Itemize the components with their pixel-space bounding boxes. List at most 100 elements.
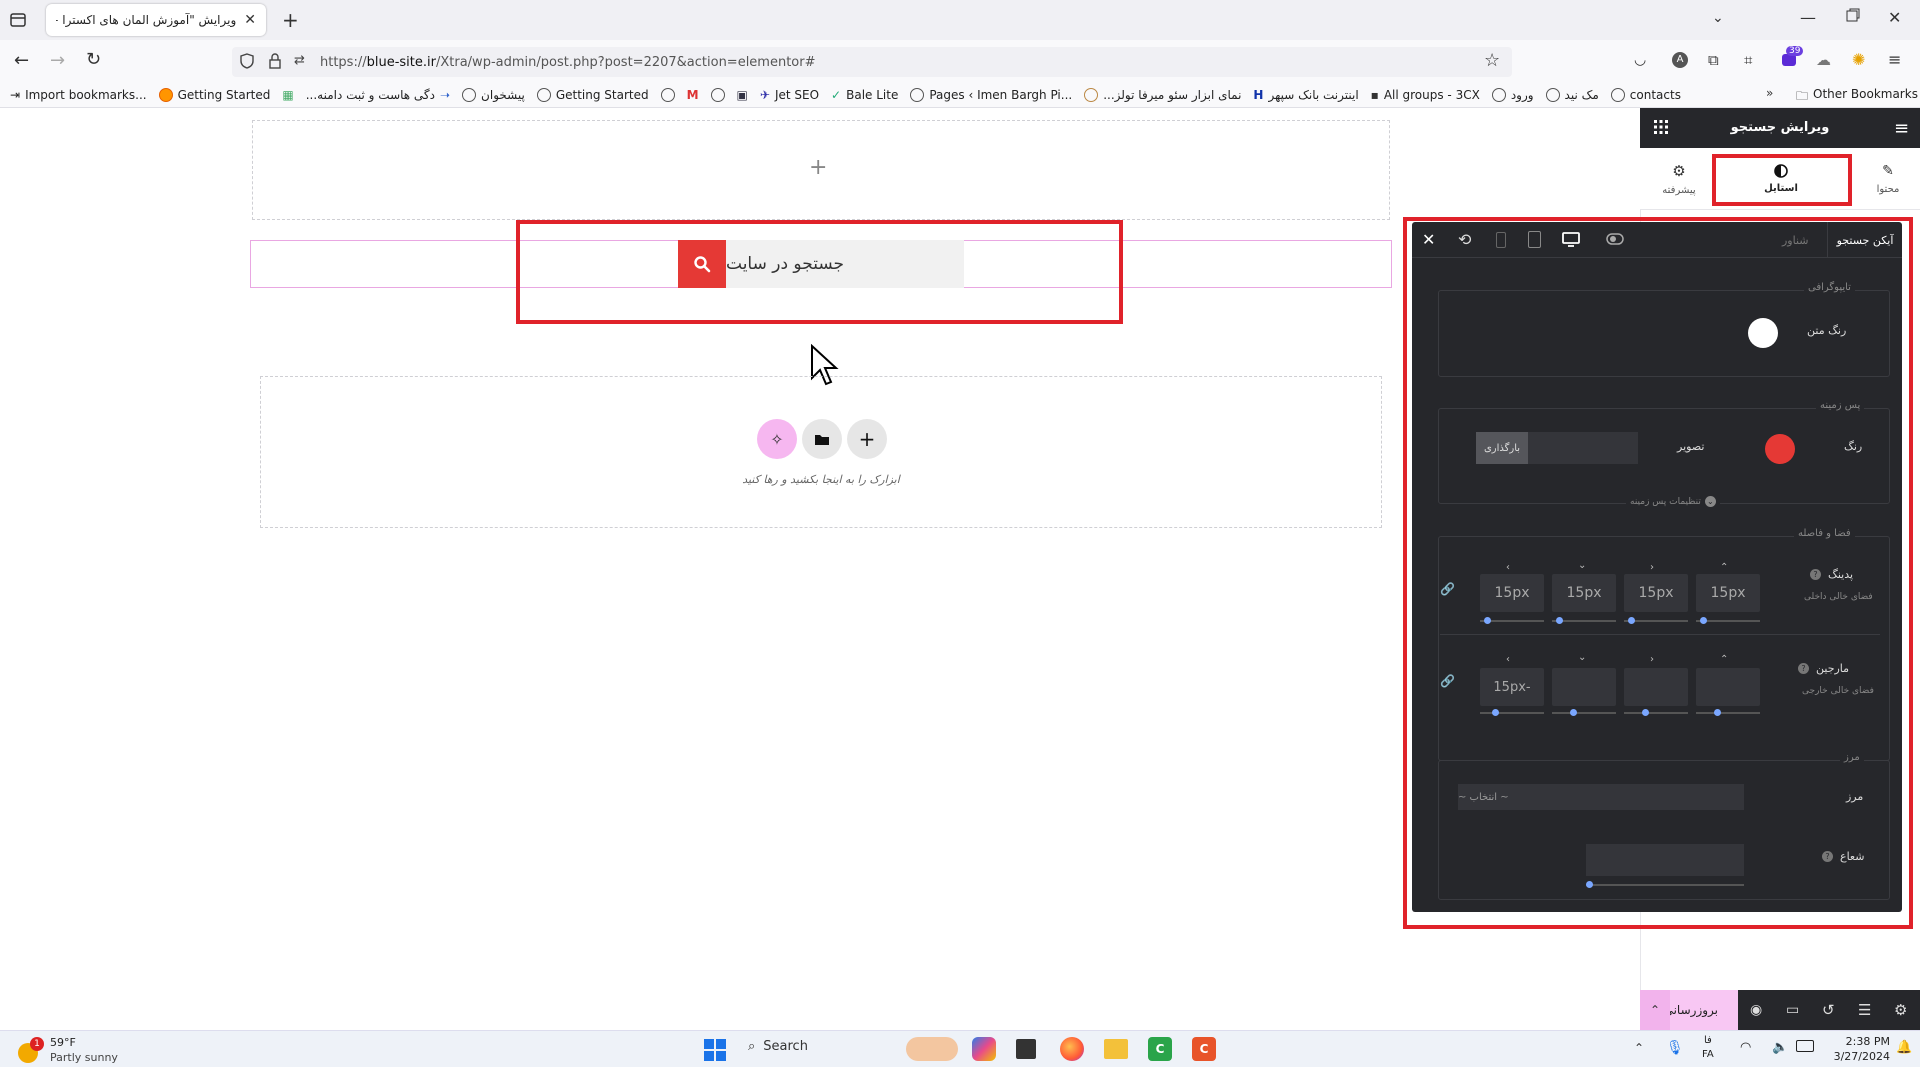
eye-icon[interactable]: ◉ [1750, 1002, 1762, 1018]
bookmark-label: دگی هاست و ثبت دامنه... [305, 87, 435, 102]
windows-start-icon[interactable] [704, 1039, 726, 1061]
bookmark-item[interactable]: ⇥ Import bookmarks... [10, 88, 147, 102]
weather-badge: 1 [30, 1037, 44, 1051]
bookmark-item[interactable] [660, 87, 675, 102]
orange-app-icon[interactable]: C [1192, 1037, 1216, 1061]
extensions-icon[interactable]: ⧉ [1708, 51, 1719, 69]
taskbar-search[interactable]: ⌕ Search [748, 1039, 808, 1054]
permissions-icon[interactable]: ⇄ [294, 53, 305, 68]
bookmark-item[interactable]: ▦ [282, 88, 293, 102]
bookmark-label: Getting Started [177, 87, 271, 102]
bookmark-item[interactable]: Pages ‹ Imen Bargh Pi... [910, 87, 1072, 102]
notification-icon[interactable]: 🔔 [1896, 1040, 1912, 1055]
empty-drop-section[interactable]: ✧ + ابزارک را به اینجا بکشید و رها کنید [260, 376, 1382, 528]
tab-content[interactable]: ✎ محتوا [1856, 148, 1920, 210]
volume-icon[interactable]: 🔈 [1772, 1040, 1788, 1055]
url-bar[interactable]: https://blue-site.ir/Xtra/wp-admin/post.… [232, 47, 1512, 77]
settings-icon[interactable]: ⚙ [1894, 1001, 1907, 1019]
firefox-icon [158, 87, 173, 102]
app-icon: ▣ [736, 87, 748, 102]
bookmark-item[interactable]: ➝ دگی هاست و ثبت دامنه... [306, 88, 450, 102]
bookmark-item[interactable]: پیشخوان [462, 87, 525, 102]
green-app-icon[interactable]: C [1148, 1037, 1172, 1061]
terminal-icon[interactable] [1016, 1039, 1036, 1059]
copilot-icon[interactable] [972, 1037, 996, 1061]
bookmark-item[interactable] [710, 87, 725, 102]
bookmark-item[interactable]: ▣ [737, 88, 748, 102]
language-bottom[interactable]: FA [1702, 1049, 1714, 1060]
close-tab-icon[interactable]: ✕ [244, 12, 256, 28]
add-section-button[interactable]: + [847, 419, 887, 459]
close-window-icon[interactable]: ✕ [1888, 8, 1901, 27]
bookmark-item[interactable]: ▪ All groups - 3CX [1371, 88, 1480, 102]
lock-icon[interactable] [268, 53, 282, 69]
responsive-icon[interactable]: ▭ [1786, 1002, 1799, 1018]
weather-widget[interactable]: 1 [16, 1037, 44, 1063]
new-tab-icon[interactable]: + [282, 8, 299, 32]
bookmark-item[interactable]: ...نمای ابزار سئو میرفا تولز [1084, 87, 1241, 102]
bookmark-label: Bale Lite [846, 87, 899, 102]
forward-icon[interactable]: → [50, 50, 65, 71]
browser-tab-active[interactable]: ویرایش "آموزش المان های اکسترا – ع ✕ [46, 4, 266, 36]
extension-badge-icon[interactable]: 39 [1780, 46, 1804, 68]
clock-time[interactable]: 2:38 PM [1830, 1035, 1890, 1048]
bookmarks-bar: ⇥ Import bookmarks... Getting Started ▦ ➝… [0, 82, 1920, 108]
empty-section-top[interactable]: + [252, 120, 1390, 220]
account-icon[interactable]: A [1672, 52, 1688, 68]
wifi-icon[interactable]: ◠ [1740, 1040, 1751, 1055]
layers-icon[interactable]: ☰ [1858, 1001, 1871, 1019]
battery-icon[interactable] [1796, 1040, 1814, 1052]
url-domain: blue-site.ir [366, 54, 436, 70]
bookmark-item[interactable]: Getting Started [158, 87, 271, 102]
menu-icon[interactable]: ≡ [1888, 50, 1901, 69]
file-explorer-icon[interactable] [1104, 1039, 1128, 1059]
hamburger-icon[interactable]: ≡ [1894, 118, 1909, 139]
highlight-box-style-panel [1403, 217, 1913, 929]
sun-extension-icon[interactable]: ✺ [1852, 50, 1865, 69]
tray-chevron-icon[interactable]: ⌃ [1634, 1041, 1644, 1055]
clock-date[interactable]: 3/27/2024 [1820, 1050, 1890, 1063]
globe-icon [1610, 87, 1625, 102]
other-bookmarks-label: Other Bookmarks [1813, 87, 1918, 101]
bookmark-label: Getting Started [555, 87, 649, 102]
restore-icon[interactable] [1846, 8, 1860, 22]
more-bookmarks-icon[interactable]: » [1766, 86, 1773, 100]
bookmark-item[interactable]: Getting Started [536, 87, 649, 102]
ai-sparkle-button[interactable]: ✧ [757, 419, 797, 459]
bookmark-item[interactable]: H اینترنت بانک سپهر [1253, 88, 1358, 102]
shield-icon[interactable] [240, 53, 254, 69]
jet-icon: ✈ [759, 87, 770, 102]
bookmark-item[interactable]: M [687, 88, 699, 102]
bookmark-item[interactable]: مک نید [1545, 87, 1599, 102]
tab-list-icon[interactable] [8, 10, 28, 30]
bookmark-item[interactable]: ✈ Jet SEO [760, 88, 819, 102]
chevron-up-icon[interactable]: ⌃ [1640, 990, 1670, 1030]
3cx-icon: ▪ [1370, 87, 1379, 102]
star-icon[interactable]: ☆ [1484, 50, 1500, 71]
reload-icon[interactable]: ↻ [86, 49, 101, 70]
tab-advanced[interactable]: ⚙ پیشرفته [1642, 148, 1716, 210]
sparkle-icon: ✧ [770, 429, 784, 449]
import-icon: ⇥ [10, 87, 21, 102]
pocket-icon[interactable]: ◡ [1634, 52, 1646, 68]
widget-app-icon[interactable] [906, 1037, 958, 1061]
firefox-taskbar-icon[interactable] [1060, 1037, 1084, 1061]
add-icon[interactable]: + [809, 155, 827, 180]
history-icon[interactable]: ↺ [1822, 1001, 1835, 1019]
back-icon[interactable]: ← [14, 50, 29, 71]
chevron-down-icon[interactable]: ⌄ [1712, 10, 1724, 26]
other-bookmarks[interactable]: 🗀 Other Bookmarks [1796, 87, 1918, 108]
bookmark-item[interactable]: ✓ Bale Lite [831, 88, 898, 102]
bookmark-item[interactable]: ورود [1491, 87, 1534, 102]
crop-icon[interactable]: ⌗ [1744, 51, 1752, 69]
template-button[interactable] [802, 419, 842, 459]
folder-icon [815, 434, 829, 445]
update-label: بروزرسانی [1663, 1003, 1718, 1017]
language-top[interactable]: فا [1704, 1035, 1712, 1046]
cloud-icon[interactable]: ☁ [1816, 51, 1831, 69]
bookmark-item[interactable]: contacts [1610, 87, 1681, 102]
minimize-icon[interactable]: — [1800, 8, 1816, 27]
microphone-icon[interactable]: 🎙 [1666, 1040, 1684, 1056]
tab-label: پیشرفته [1662, 185, 1696, 196]
widgets-grid-icon[interactable] [1654, 120, 1668, 134]
